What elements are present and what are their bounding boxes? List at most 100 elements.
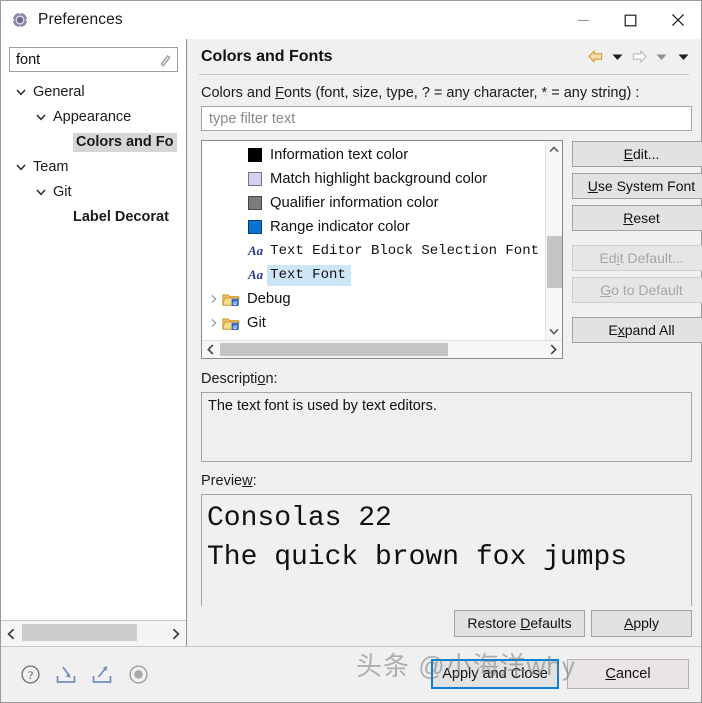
preview-line-2: The quick brown fox jumps bbox=[207, 542, 628, 573]
go-to-default-button: Go to Default bbox=[572, 277, 702, 303]
sidebar-scroll-thumb[interactable] bbox=[22, 624, 137, 641]
reset-button[interactable]: Reset bbox=[572, 205, 702, 231]
preview-label-text: Preview: bbox=[201, 473, 257, 489]
tree-item[interactable]: Information text color bbox=[202, 143, 545, 167]
maximize-button[interactable] bbox=[607, 1, 654, 39]
tree-hscroll-track[interactable] bbox=[220, 341, 544, 358]
sidebar-item-general[interactable]: General bbox=[1, 80, 186, 105]
scroll-up-icon[interactable] bbox=[546, 141, 562, 158]
tree-item[interactable]: Aa Text Font bbox=[202, 263, 545, 287]
tree-scroll-right-icon[interactable] bbox=[544, 341, 562, 358]
chevron-down-icon[interactable] bbox=[15, 161, 28, 174]
arrow-left-icon[interactable] bbox=[585, 46, 605, 68]
sidebar-item-label: Label Decorat bbox=[73, 209, 169, 226]
preferences-window: Preferences font General Appearance Colo… bbox=[0, 0, 702, 703]
button-label: Edit Default... bbox=[599, 250, 684, 266]
tree-item-label: Match highlight background color bbox=[270, 171, 488, 187]
tree-item[interactable]: Match highlight background color bbox=[202, 167, 545, 191]
back-history-chevron-down-icon[interactable] bbox=[607, 46, 627, 68]
footer-button-group: Apply and Close Cancel bbox=[431, 659, 689, 689]
page-menu-chevron-down-icon[interactable] bbox=[673, 46, 693, 68]
tree-horizontal-scrollbar[interactable] bbox=[202, 340, 562, 358]
close-button[interactable] bbox=[654, 1, 701, 39]
sidebar-item-label-decorat[interactable]: Label Decorat bbox=[1, 205, 186, 230]
description-label-text: Description: bbox=[201, 371, 278, 387]
color-swatch bbox=[248, 220, 262, 234]
page-title: Colors and Fonts bbox=[201, 47, 333, 65]
chevron-right-icon[interactable] bbox=[165, 621, 186, 646]
forward-history-chevron-down-icon[interactable] bbox=[651, 46, 671, 68]
tree-item[interactable]: a Git bbox=[202, 311, 545, 335]
dialog-footer: ? Apply and Close Cancel bbox=[1, 646, 701, 702]
apply-and-close-button[interactable]: Apply and Close bbox=[431, 659, 559, 689]
export-icon[interactable] bbox=[91, 664, 113, 686]
sidebar-item-colors-and-fo[interactable]: Colors and Fo bbox=[1, 130, 186, 155]
tree-item[interactable]: Range indicator color bbox=[202, 215, 545, 239]
description-box: The text font is used by text editors. bbox=[201, 392, 692, 462]
button-label: Use System Font bbox=[587, 178, 696, 194]
tree-item-label: Debug bbox=[247, 291, 291, 307]
edit-button[interactable]: Edit... bbox=[572, 141, 702, 167]
apply-and-close-label: Apply and Close bbox=[442, 666, 548, 682]
tree-item[interactable]: Qualifier information color bbox=[202, 191, 545, 215]
button-label: Edit... bbox=[623, 146, 660, 162]
tree-item-label: Qualifier information color bbox=[270, 195, 439, 211]
sidebar-item-label: Appearance bbox=[53, 109, 132, 126]
help-icon[interactable]: ? bbox=[19, 664, 41, 686]
minimize-button[interactable] bbox=[560, 1, 607, 39]
tree-scroll-left-icon[interactable] bbox=[202, 341, 220, 358]
page-navigation bbox=[585, 46, 693, 68]
eraser-icon[interactable] bbox=[158, 53, 172, 68]
tree-scroll-thumb[interactable] bbox=[547, 236, 562, 288]
chevron-right-icon[interactable] bbox=[206, 294, 222, 304]
preferences-tree[interactable]: General Appearance Colors and Fo Team Git Lab… bbox=[1, 76, 186, 620]
tree-hscroll-thumb[interactable] bbox=[220, 343, 448, 356]
button-label: Expand All bbox=[608, 322, 675, 338]
svg-text:a: a bbox=[233, 321, 237, 330]
chevron-down-icon[interactable] bbox=[15, 86, 28, 99]
preview-box: Consolas 22 The quick brown fox jumps bbox=[201, 494, 692, 606]
chevron-down-icon[interactable] bbox=[35, 111, 48, 124]
cancel-label: Cancel bbox=[605, 666, 651, 682]
colors-and-fonts-tree[interactable]: Information text color Match highlight ba… bbox=[201, 140, 563, 359]
list-and-buttons-row: Information text color Match highlight ba… bbox=[201, 140, 702, 359]
type-filter-input[interactable] bbox=[202, 107, 691, 130]
tree-vertical-scrollbar[interactable] bbox=[545, 141, 562, 340]
dialog-body: General Appearance Colors and FoTeam GitLab… bbox=[1, 39, 702, 646]
expand-all-button[interactable]: Expand All bbox=[572, 317, 702, 343]
sidebar-item-team[interactable]: Team bbox=[1, 155, 186, 180]
type-filter-box[interactable] bbox=[201, 106, 692, 131]
cancel-button[interactable]: Cancel bbox=[567, 659, 689, 689]
sidebar-item-label: Git bbox=[53, 184, 72, 201]
chevron-left-icon[interactable] bbox=[1, 621, 22, 646]
scroll-down-icon[interactable] bbox=[546, 323, 562, 340]
sidebar-search-input[interactable] bbox=[10, 48, 177, 71]
svg-text:?: ? bbox=[27, 668, 32, 682]
apply-label: Apply bbox=[623, 615, 660, 631]
sidebar-item-git[interactable]: Git bbox=[1, 180, 186, 205]
font-aa-icon: Aa bbox=[248, 267, 264, 282]
window-controls bbox=[560, 1, 701, 39]
apply-button[interactable]: Apply bbox=[591, 609, 692, 637]
tree-items[interactable]: Information text color Match highlight ba… bbox=[202, 141, 545, 340]
record-icon[interactable] bbox=[127, 664, 149, 686]
sidebar-horizontal-scrollbar[interactable] bbox=[1, 620, 186, 646]
preview-line-1: Consolas 22 bbox=[207, 503, 392, 534]
use-system-font-button[interactable]: Use System Font bbox=[572, 173, 702, 199]
tree-item[interactable]: a Debug bbox=[202, 287, 545, 311]
sidebar-scroll-track[interactable] bbox=[22, 621, 165, 646]
chevron-down-icon[interactable] bbox=[35, 186, 48, 199]
color-swatch bbox=[248, 196, 262, 210]
arrow-right-icon bbox=[629, 46, 649, 68]
import-icon[interactable] bbox=[55, 664, 77, 686]
tree-scroll-track[interactable] bbox=[546, 158, 562, 323]
tree-item[interactable]: Aa Text Editor Block Selection Font bbox=[202, 239, 545, 263]
restore-defaults-button[interactable]: Restore Defaults bbox=[454, 609, 585, 637]
sidebar-item-appearance[interactable]: Appearance bbox=[1, 105, 186, 130]
chevron-right-icon[interactable] bbox=[206, 318, 222, 328]
sidebar-search-box[interactable] bbox=[9, 47, 178, 72]
preferences-sidebar: General Appearance Colors and FoTeam GitLab… bbox=[1, 39, 187, 646]
page-content: Colors and Fonts (font, size, type, ? = … bbox=[187, 75, 702, 606]
